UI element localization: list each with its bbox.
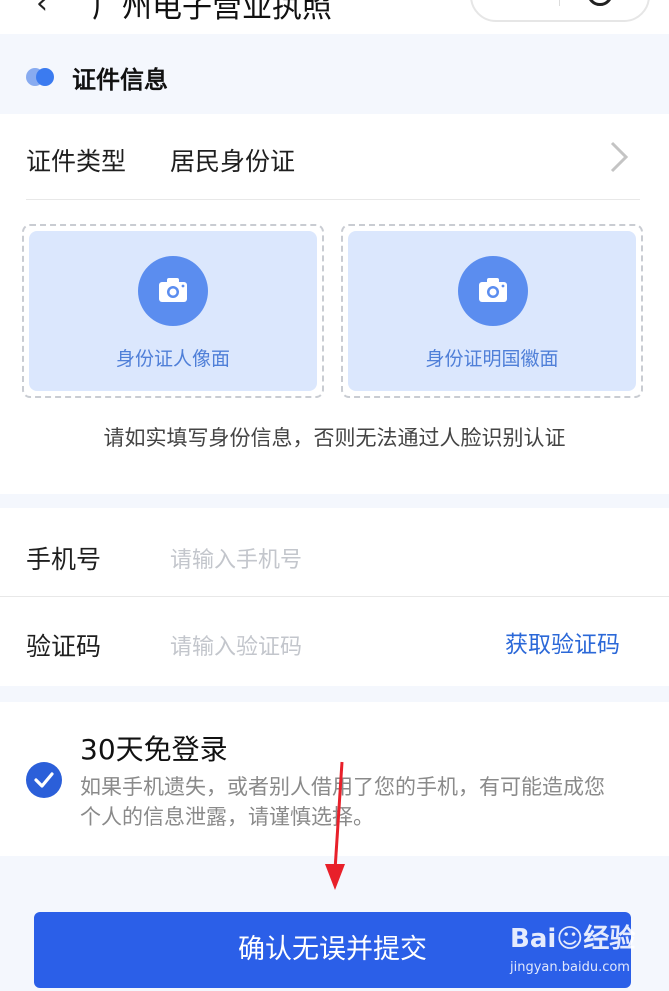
code-label: 验证码 bbox=[26, 632, 102, 661]
capsule-menu[interactable] bbox=[470, 0, 650, 22]
phone-input[interactable]: 请输入手机号 bbox=[170, 542, 302, 574]
phone-row: 手机号 请输入手机号 bbox=[0, 508, 669, 596]
section-gap bbox=[0, 686, 669, 702]
upload-front-label: 身份证人像面 bbox=[115, 348, 230, 370]
chevron-right-icon bbox=[610, 141, 629, 173]
get-code-button[interactable]: 获取验证码 bbox=[505, 625, 620, 659]
section-gap bbox=[0, 494, 669, 508]
divider bbox=[26, 199, 640, 200]
identity-notice: 请如实填写身份信息，否则无法通过人脸识别认证 bbox=[103, 426, 566, 450]
section-title: 证件信息 bbox=[72, 66, 168, 94]
id-type-value: 居民身份证 bbox=[170, 147, 296, 176]
back-icon[interactable]: ‹ bbox=[36, 0, 48, 21]
section-dot-icon bbox=[36, 68, 54, 86]
upload-id-front[interactable]: 身份证人像面 bbox=[22, 224, 324, 398]
remember-description: 如果手机遗失，或者别人借用了您的手机，有可能造成您个人的信息泄露，请谨慎选择。 bbox=[80, 775, 605, 829]
annotation-arrow-icon bbox=[325, 761, 345, 890]
camera-icon bbox=[138, 256, 208, 326]
baidu-watermark: Bai☺经验 jingyan.baidu.com bbox=[510, 918, 660, 988]
id-type-row[interactable]: 证件类型 居民身份证 bbox=[0, 114, 669, 200]
id-type-label: 证件类型 bbox=[26, 147, 127, 176]
phone-label: 手机号 bbox=[26, 545, 102, 574]
upload-back-label: 身份证明国徽面 bbox=[425, 348, 559, 370]
capsule-divider bbox=[559, 0, 560, 6]
check-icon bbox=[34, 772, 54, 788]
top-header: ‹ 广州电子营业执照 bbox=[0, 0, 669, 34]
code-input[interactable]: 请输入验证码 bbox=[170, 629, 302, 661]
remember-title: 30天免登录 bbox=[80, 733, 228, 766]
page-title: 广州电子营业执照 bbox=[92, 0, 332, 25]
camera-icon bbox=[458, 256, 528, 326]
watermark-logo: Bai☺经验 bbox=[510, 924, 636, 954]
remember-checkbox[interactable] bbox=[26, 762, 62, 798]
watermark-site: jingyan.baidu.com bbox=[510, 960, 630, 975]
upload-id-back[interactable]: 身份证明国徽面 bbox=[341, 224, 643, 398]
